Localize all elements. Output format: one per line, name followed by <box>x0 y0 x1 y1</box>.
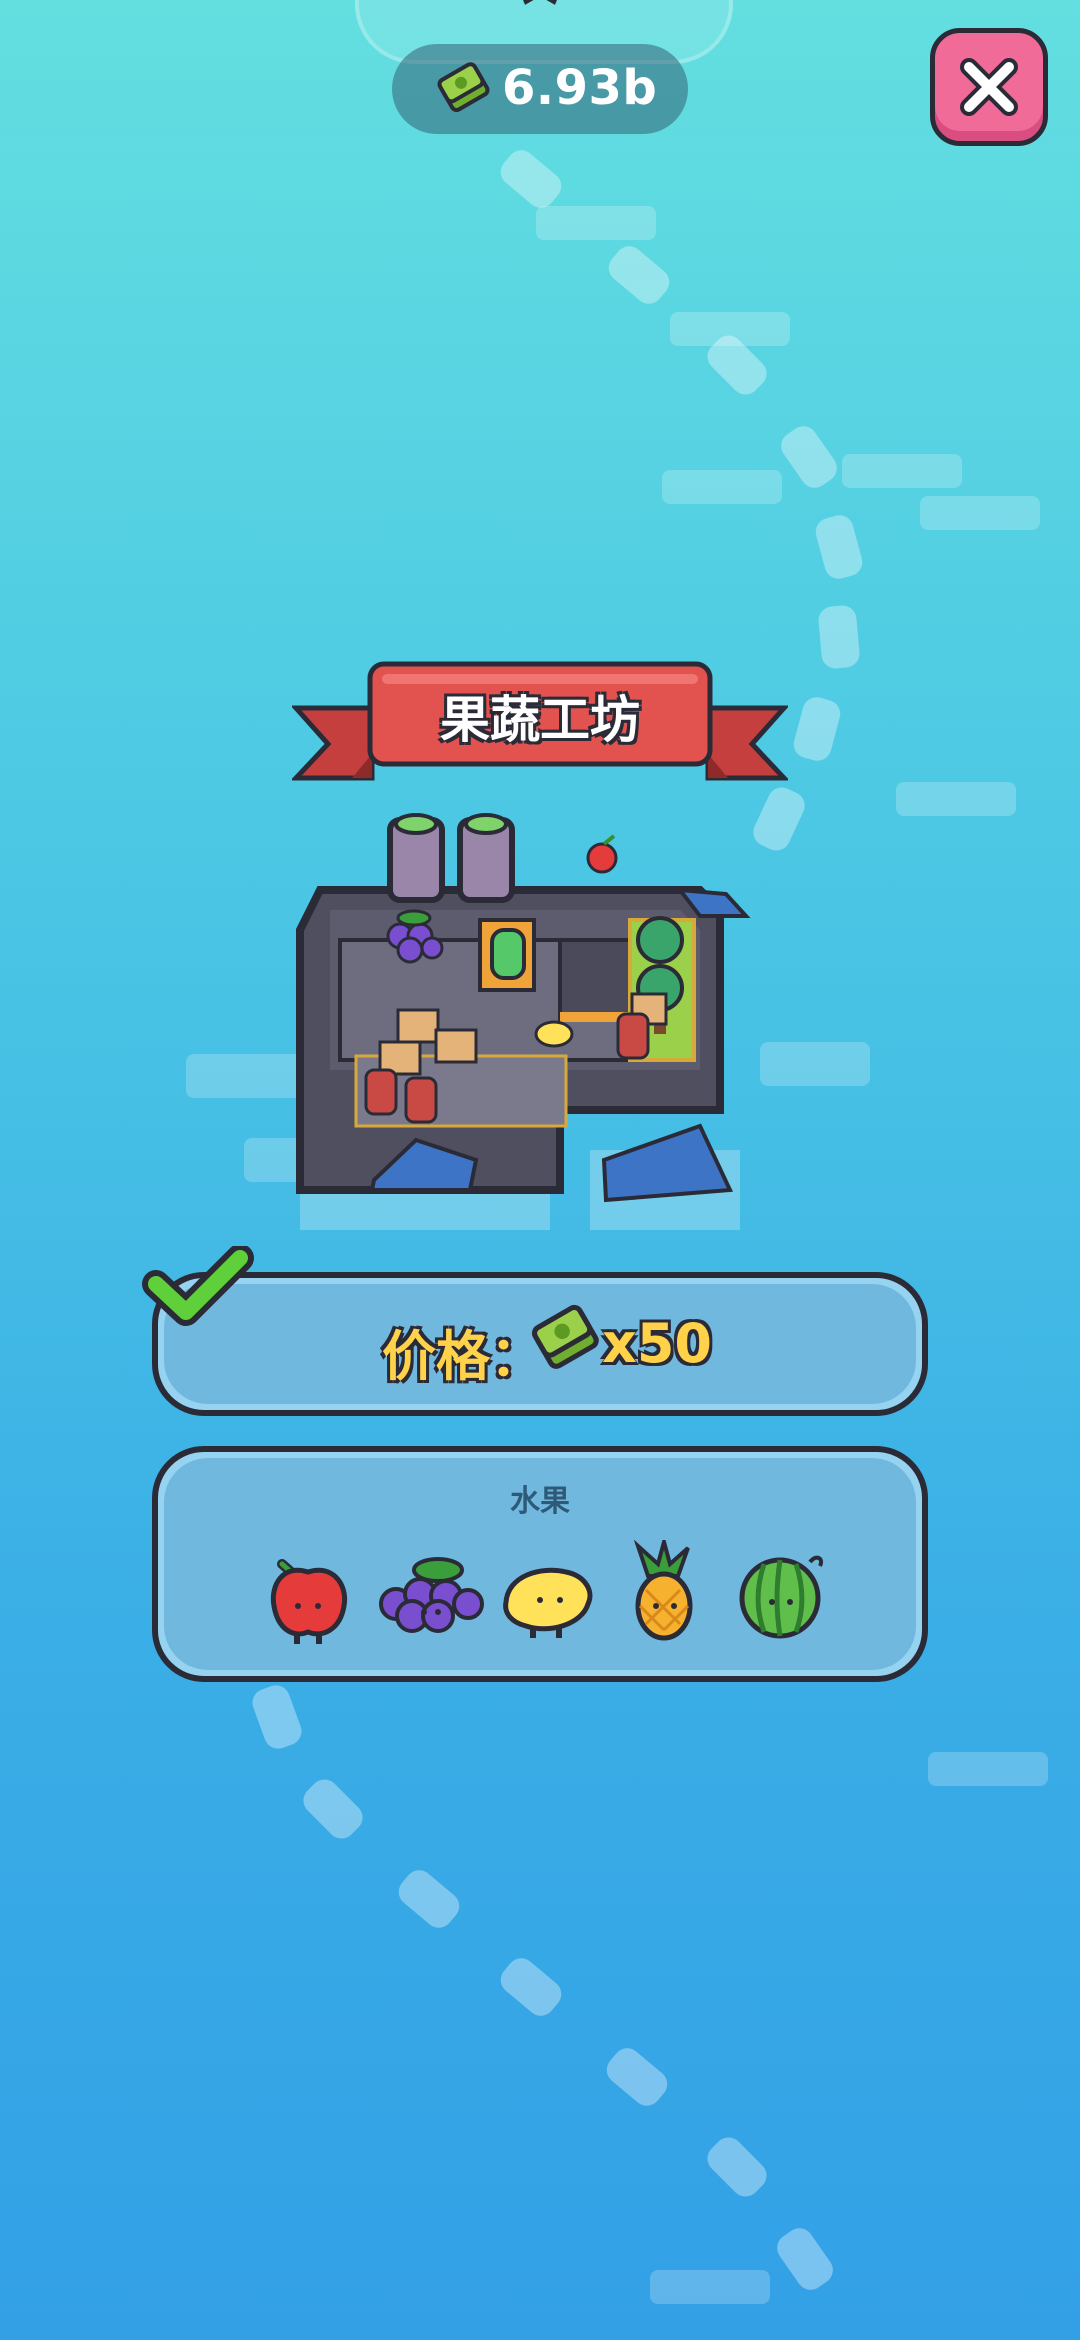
path-stone <box>393 1864 465 1934</box>
pineapple-icon[interactable] <box>618 1540 708 1650</box>
watermelon-icon[interactable] <box>734 1548 834 1644</box>
path-stone <box>603 240 675 310</box>
path-stone <box>495 144 567 214</box>
path-stone <box>601 2042 673 2112</box>
path-stone <box>771 2222 839 2296</box>
path-stone <box>248 1681 306 1753</box>
currency-display: 6.93b <box>392 44 688 134</box>
apple-icon[interactable] <box>264 1550 354 1646</box>
lemon-icon[interactable] <box>496 1554 596 1644</box>
cash-stack-icon <box>437 62 490 113</box>
green-checkmark-icon <box>142 1246 254 1326</box>
price-panel[interactable]: 价格： x50 <box>152 1272 928 1416</box>
bg-cloud <box>928 1752 1048 1786</box>
path-stone <box>790 694 844 764</box>
products-panel: 水果 <box>152 1446 928 1682</box>
bg-cloud <box>896 782 1016 816</box>
bg-cloud <box>662 470 782 504</box>
building-title: 果蔬工坊 <box>440 691 640 749</box>
path-stone <box>812 512 866 582</box>
currency-amount: 6.93b <box>502 60 658 116</box>
products-category-title: 水果 <box>510 1484 570 1519</box>
path-stone <box>817 604 861 670</box>
fruit-veg-factory-building <box>296 813 751 1230</box>
grape-icon[interactable] <box>376 1550 486 1646</box>
bg-cloud <box>536 206 656 240</box>
price-label: 价格： <box>382 1325 544 1388</box>
close-button[interactable] <box>930 28 1048 146</box>
cash-stack-icon <box>531 1304 599 1369</box>
path-stone <box>297 1773 369 1845</box>
bg-cloud <box>920 496 1040 530</box>
path-stone <box>495 1952 567 2022</box>
path-stone <box>701 2131 773 2203</box>
bg-cloud <box>650 2270 770 2304</box>
close-x-icon <box>960 58 1018 116</box>
path-stone <box>775 420 843 494</box>
price-quantity: x50 <box>602 1312 712 1375</box>
star-icon <box>523 0 557 5</box>
bg-cloud <box>842 454 962 488</box>
